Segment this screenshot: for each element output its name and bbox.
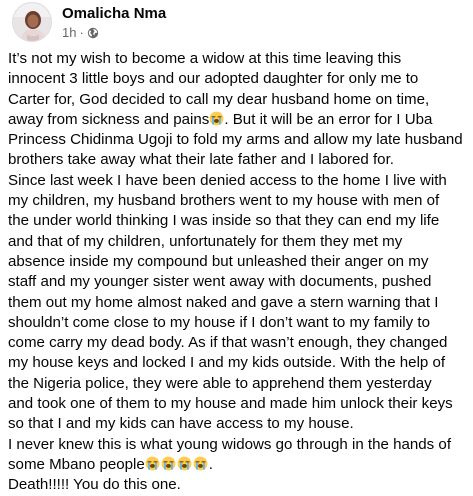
post-text-line: It’s not my wish to become a widow at th… <box>8 50 402 67</box>
loudly-crying-face-icon <box>209 111 224 126</box>
post-time[interactable]: 1h <box>62 24 76 41</box>
post-text-line: I never knew this is what young widows g… <box>8 435 452 453</box>
post-text-line: absence inside my compound but unleashed… <box>8 252 429 270</box>
post-text-segment: . <box>208 455 213 473</box>
loudly-crying-face-icon <box>177 456 192 471</box>
author-name[interactable]: Omalicha Nma <box>62 4 166 23</box>
post-text-line: the Nigeria police, they were able to ap… <box>8 374 432 392</box>
post-body: It’s not my wish to become a widow at th… <box>8 49 470 496</box>
post-text-line: my children, my husband brothers went to… <box>8 192 440 210</box>
post-meta: Omalicha Nma 1h · <box>62 4 166 41</box>
avatar-image <box>13 3 51 41</box>
loudly-crying-face-icon <box>145 456 160 471</box>
globe-icon[interactable] <box>87 26 99 39</box>
avatar[interactable] <box>12 2 52 42</box>
post-header: Omalicha Nma 1h · <box>12 2 166 42</box>
separator-dot: · <box>79 24 84 40</box>
post-text-line: Princess Chidinma Ugoji to fold my arms … <box>8 131 463 149</box>
post-text-line: innocent 3 little boys and our adopted d… <box>8 70 419 88</box>
post-text-line: brothers take away what their late fathe… <box>8 151 394 169</box>
post-text-segment: away from sickness and pains <box>8 110 210 128</box>
loudly-crying-face-icon <box>161 456 176 471</box>
post-text-line: Death!!!!! You do this one. <box>8 476 181 494</box>
post-text-line: Since last week I have been denied acces… <box>8 171 447 189</box>
post-text-line: the under world thinking I was inside so… <box>8 212 440 230</box>
facebook-post: Omalicha Nma 1h · It’s not my wish to be… <box>0 0 473 493</box>
post-text-line: away from sickness and pains . But it wil… <box>8 110 470 130</box>
post-text-line: my house keys and locked I and my kids o… <box>8 354 446 372</box>
post-text-line: them out my home almost naked and gave a… <box>8 293 439 311</box>
post-text-line: so that I and my kids can have access to… <box>8 415 354 433</box>
post-subline: 1h · <box>62 24 166 41</box>
post-text-line: Carter for, God decided to call my dear … <box>8 90 430 108</box>
post-text-line: shouldn’t come close to my house if I do… <box>8 313 430 331</box>
post-text-line: and took one of them to my house and mad… <box>8 395 453 413</box>
post-text-segment: . But it will be an error for I Uba <box>224 110 433 128</box>
post-text-line: some Mbano people. <box>8 455 470 475</box>
post-text-line: and that of my children, unfortunately f… <box>8 232 403 250</box>
post-text-line: staff and my younger sister went away wi… <box>8 273 432 291</box>
loudly-crying-face-icon <box>193 456 208 471</box>
post-text-segment: some Mbano people <box>8 455 145 473</box>
post-text-line: come carry my dead body. As if that wasn… <box>8 334 448 352</box>
